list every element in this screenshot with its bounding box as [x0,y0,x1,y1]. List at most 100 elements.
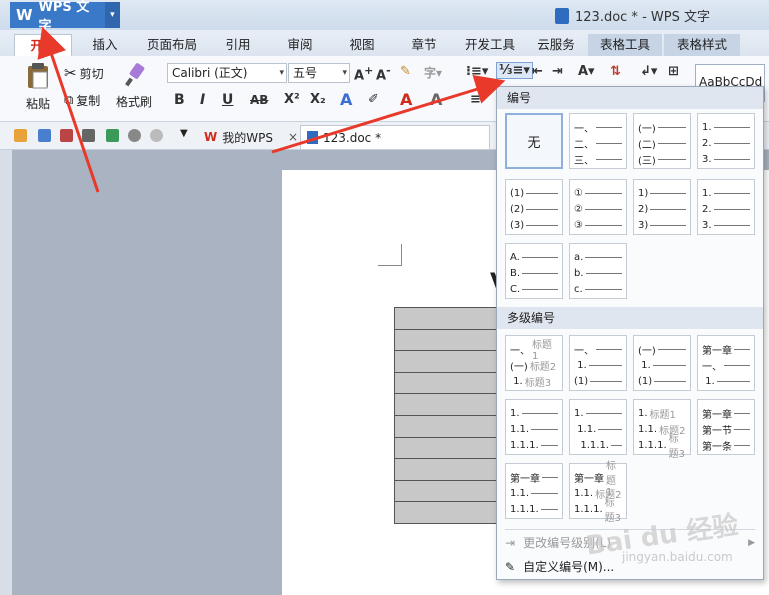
wps-app-menu-button[interactable]: W WPS 文字 ▾ [10,0,120,34]
chevron-down-icon[interactable]: ▼ [180,128,188,139]
tab-table-tools[interactable]: 表格工具 [588,34,662,56]
show-marks-icon[interactable]: ↲▾ [640,64,657,79]
table-cell[interactable] [394,350,504,373]
doc-tab-my-wps[interactable]: W 我的WPS × [198,125,304,149]
doc-tab-label: 我的WPS [222,130,273,145]
format-painter-button[interactable]: 格式刷 [112,62,156,110]
multilevel-option[interactable]: 一、 1. (1) [569,335,627,391]
bold-button[interactable]: B [174,92,185,108]
multilevel-line: 1. [510,406,558,420]
tab-review[interactable]: 审阅 [278,34,322,56]
print-icon[interactable] [82,129,95,142]
numbering-option[interactable]: A. B. C. [505,243,563,299]
save-icon[interactable] [38,129,51,142]
font-color-icon[interactable]: A [400,90,412,109]
table-cell[interactable] [394,371,504,395]
chevron-down-icon: ▾ [342,68,347,78]
tab-table-style[interactable]: 表格样式 [664,34,740,56]
numbering-marker: (一) [638,345,656,357]
increase-indent-icon[interactable]: ⇥ [552,64,563,79]
numbering-line: (二) [638,136,686,151]
subscript-button[interactable]: X₂ [310,92,326,107]
open-folder-icon[interactable] [14,129,27,142]
clear-format-icon[interactable]: ✎ [400,64,411,79]
tab-references[interactable]: 引用 [216,34,260,56]
multilevel-line: 1. 标题3 [510,374,558,389]
grow-font-icon[interactable]: A+ [354,64,373,83]
strikethrough-button[interactable]: AB [250,93,268,107]
doc-tab-123[interactable]: 123.doc * [300,125,490,149]
multilevel-option[interactable]: 1. 标题1 1.1. 标题2 1.1.1. 标题3 [633,399,691,460]
placeholder-rule [713,192,750,194]
placeholder-rule [521,412,558,414]
table-cell[interactable] [394,436,504,460]
numbering-option[interactable]: 1) 2) 3) [633,179,691,235]
table-cell[interactable] [394,307,504,330]
pinyin-icon[interactable]: 字▾ [424,64,442,81]
font-size-combo[interactable]: 五号 ▾ [288,63,350,83]
export-pdf-icon[interactable] [60,129,73,142]
tab-home[interactable]: 开始 [14,34,72,56]
table-cell[interactable] [394,479,504,503]
multilevel-option[interactable]: 第一章 一、 1. [697,335,755,391]
numbering-option[interactable]: 一、 二、 三、 [569,113,627,169]
cut-button[interactable]: ✂ 剪切 [64,64,104,82]
table-cell[interactable] [394,393,504,416]
italic-button[interactable]: I [200,92,205,108]
tab-page-layout[interactable]: 页面布局 [140,34,204,56]
numbering-line: c. [574,282,622,296]
multilevel-option[interactable]: 一、 标题1 (一) 标题2 1. 标题3 [505,335,563,391]
bullets-icon[interactable]: ⁝≡▾ [466,64,488,79]
tab-chapter[interactable]: 章节 [402,34,446,56]
numbering-marker: 第一章 [510,473,540,485]
align-left-icon[interactable]: ≡ [470,92,481,107]
border-icon[interactable]: ⊞ [668,64,679,79]
highlight-icon[interactable]: ✐ [368,92,379,107]
numbering-option[interactable]: ① ② ③ [569,179,627,235]
close-icon[interactable]: × [288,130,298,144]
chevron-down-icon[interactable]: ▾ [104,2,120,28]
multilevel-option[interactable]: 1. 1.1. 1.1.1. [505,399,563,455]
underline-button[interactable]: U [222,92,233,108]
text-effect-icon[interactable]: A [340,90,352,109]
char-shading-icon[interactable]: A [430,90,442,109]
redo-icon[interactable] [150,129,163,142]
heading-sample-text: 标题1 [649,409,676,421]
superscript-button[interactable]: X² [284,92,300,107]
table-cell[interactable] [394,458,504,481]
table-cell[interactable] [394,328,504,352]
table-cell[interactable] [394,414,504,438]
print-preview-icon[interactable] [106,129,119,142]
multilevel-option[interactable]: 第一章 1.1. 1.1.1. [505,463,563,519]
multilevel-option[interactable]: 1. 1.1. 1.1.1. [569,399,627,455]
numbering-button[interactable]: ⅓≡▾ [496,62,533,79]
sort-icon[interactable]: ⇅ [610,64,621,79]
text-direction-icon[interactable]: A▾ [578,64,595,79]
table-cell[interactable] [394,501,504,524]
placeholder-rule [650,224,686,226]
placeholder-rule [585,272,622,274]
numbering-marker: a. [574,251,584,263]
tab-view[interactable]: 视图 [340,34,384,56]
numbering-option[interactable]: 1. 2. 3. [697,179,755,235]
font-name-combo[interactable]: Calibri (正文) ▾ [167,63,287,83]
numbering-option[interactable]: (1) (2) (3) [505,179,563,235]
paste-button[interactable]: 粘贴 [18,62,58,112]
numbering-option[interactable]: (一) (二) (三) [633,113,691,169]
multilevel-option[interactable]: 第一章 标题1 1.1. 标题2 1.1.1. 标题3 [569,461,627,524]
numbering-option-none[interactable]: 无 [505,113,563,169]
multilevel-option[interactable]: 第一章 第一节 第一条 [697,399,755,455]
shrink-font-icon[interactable]: A- [376,64,391,83]
tab-cloud[interactable]: 云服务 [530,34,582,56]
tab-developer[interactable]: 开发工具 [460,34,520,56]
decrease-indent-icon[interactable]: ⇤ [532,64,543,79]
document-table[interactable] [394,307,504,524]
numbering-option[interactable]: 1. 2. 3. [697,113,755,169]
numbering-marker: 1.1. [510,487,530,499]
copy-button[interactable]: ⧉ 复制 [64,92,100,109]
undo-icon[interactable] [128,129,141,142]
multilevel-option[interactable]: (一) 1. (1) [633,335,691,391]
tab-insert[interactable]: 插入 [82,34,128,56]
indent-level-icon: ⇥ [505,536,516,550]
numbering-option[interactable]: a. b. c. [569,243,627,299]
